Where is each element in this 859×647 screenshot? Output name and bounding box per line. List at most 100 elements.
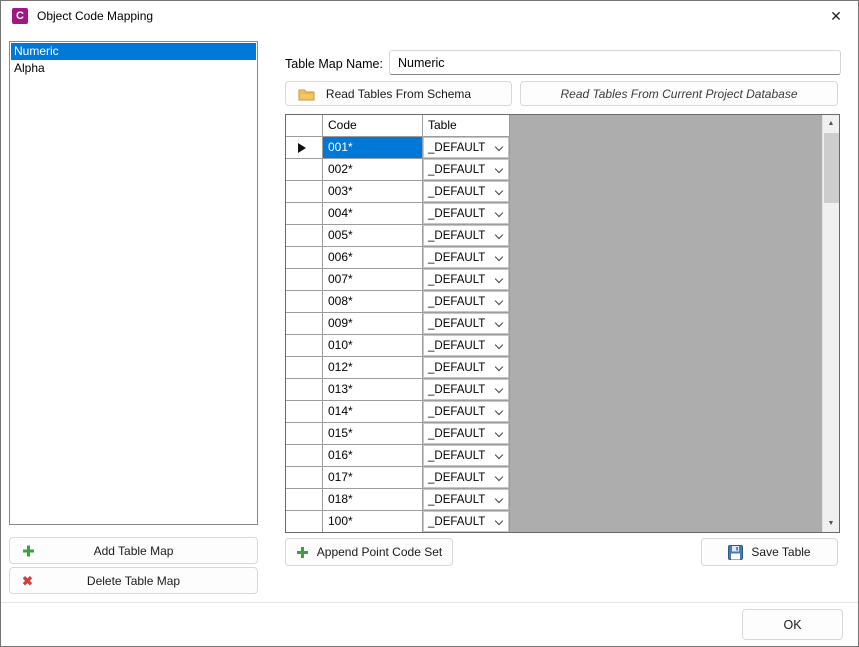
table-combobox[interactable]: _DEFAULT xyxy=(423,247,509,268)
code-cell[interactable]: 003* xyxy=(323,181,423,203)
table-combobox[interactable]: _DEFAULT xyxy=(423,467,509,488)
table-combobox[interactable]: _DEFAULT xyxy=(423,489,509,510)
table-combobox[interactable]: _DEFAULT xyxy=(423,269,509,290)
code-cell[interactable]: 012* xyxy=(323,357,423,379)
code-cell[interactable]: 007* xyxy=(323,269,423,291)
row-selector[interactable] xyxy=(286,423,323,445)
row-selector[interactable] xyxy=(286,269,323,291)
save-table-button[interactable]: Save Table xyxy=(701,538,838,566)
append-point-code-set-label: Append Point Code Set xyxy=(317,545,442,559)
code-cell[interactable]: 018* xyxy=(323,489,423,511)
table-combobox[interactable]: _DEFAULT xyxy=(423,445,509,466)
code-cell[interactable]: 002* xyxy=(323,159,423,181)
table-combobox[interactable]: _DEFAULT xyxy=(423,159,509,180)
code-mapping-grid: Code Table 001*_DEFAULT002*_DEFAULT003*_… xyxy=(285,114,840,533)
table-cell: _DEFAULT xyxy=(423,489,510,511)
grid-rows: 001*_DEFAULT002*_DEFAULT003*_DEFAULT004*… xyxy=(286,137,510,533)
row-selector[interactable] xyxy=(286,511,323,533)
table-combobox[interactable]: _DEFAULT xyxy=(423,203,509,224)
grid-header: Code Table xyxy=(286,115,510,137)
vertical-scrollbar[interactable]: ▲ ▼ xyxy=(822,115,839,532)
table-combobox[interactable]: _DEFAULT xyxy=(423,379,509,400)
folder-icon xyxy=(298,87,315,100)
table-cell: _DEFAULT xyxy=(423,357,510,379)
chevron-down-icon xyxy=(495,319,503,327)
delete-table-map-button[interactable]: ✖ Delete Table Map xyxy=(9,567,258,594)
row-selector[interactable] xyxy=(286,489,323,511)
delete-table-map-label: Delete Table Map xyxy=(87,574,180,588)
code-cell[interactable]: 014* xyxy=(323,401,423,423)
combo-value: _DEFAULT xyxy=(428,208,485,220)
row-selector[interactable] xyxy=(286,313,323,335)
table-combobox[interactable]: _DEFAULT xyxy=(423,335,509,356)
footer-separator xyxy=(1,602,858,603)
code-cell[interactable]: 008* xyxy=(323,291,423,313)
current-row-arrow-icon xyxy=(298,143,306,153)
save-table-label: Save Table xyxy=(751,545,810,559)
row-selector[interactable] xyxy=(286,335,323,357)
code-cell[interactable]: 100* xyxy=(323,511,423,533)
table-row: 009*_DEFAULT xyxy=(286,313,510,335)
table-cell: _DEFAULT xyxy=(423,467,510,489)
code-cell[interactable]: 005* xyxy=(323,225,423,247)
code-cell[interactable]: 009* xyxy=(323,313,423,335)
table-map-name-input[interactable] xyxy=(389,50,841,75)
table-combobox[interactable]: _DEFAULT xyxy=(423,225,509,246)
row-selector[interactable] xyxy=(286,357,323,379)
ok-button[interactable]: OK xyxy=(742,609,843,640)
add-table-map-button[interactable]: Add Table Map xyxy=(9,537,258,564)
row-selector[interactable] xyxy=(286,467,323,489)
scroll-down-icon[interactable]: ▼ xyxy=(823,515,839,532)
code-cell[interactable]: 006* xyxy=(323,247,423,269)
table-row: 003*_DEFAULT xyxy=(286,181,510,203)
code-column-header[interactable]: Code xyxy=(323,115,423,137)
table-row: 008*_DEFAULT xyxy=(286,291,510,313)
row-selector[interactable] xyxy=(286,203,323,225)
table-combobox[interactable]: _DEFAULT xyxy=(423,181,509,202)
code-cell[interactable]: 001* xyxy=(323,137,423,159)
plus-icon xyxy=(22,544,35,557)
row-selector[interactable] xyxy=(286,291,323,313)
row-selector[interactable] xyxy=(286,445,323,467)
table-combobox[interactable]: _DEFAULT xyxy=(423,401,509,422)
chevron-down-icon xyxy=(495,143,503,151)
table-combobox[interactable]: _DEFAULT xyxy=(423,423,509,444)
list-item[interactable]: Alpha xyxy=(11,60,256,77)
row-selector[interactable] xyxy=(286,181,323,203)
table-column-header[interactable]: Table xyxy=(423,115,510,137)
row-selector[interactable] xyxy=(286,401,323,423)
table-combobox[interactable]: _DEFAULT xyxy=(423,313,509,334)
code-cell[interactable]: 010* xyxy=(323,335,423,357)
row-selector[interactable] xyxy=(286,159,323,181)
chevron-down-icon xyxy=(495,473,503,481)
code-cell[interactable]: 013* xyxy=(323,379,423,401)
table-combobox[interactable]: _DEFAULT xyxy=(423,137,509,158)
read-tables-project-db-button[interactable]: Read Tables From Current Project Databas… xyxy=(520,81,838,106)
combo-value: _DEFAULT xyxy=(428,230,485,242)
chevron-down-icon xyxy=(495,407,503,415)
combo-value: _DEFAULT xyxy=(428,274,485,286)
chevron-down-icon xyxy=(495,187,503,195)
table-cell: _DEFAULT xyxy=(423,511,510,533)
close-icon[interactable]: ✕ xyxy=(825,8,847,25)
scrollbar-thumb[interactable] xyxy=(824,133,839,203)
row-selector[interactable] xyxy=(286,137,323,159)
row-selector[interactable] xyxy=(286,225,323,247)
chevron-down-icon xyxy=(495,253,503,261)
append-point-code-set-button[interactable]: Append Point Code Set xyxy=(285,538,453,566)
table-cell: _DEFAULT xyxy=(423,423,510,445)
read-tables-schema-button[interactable]: Read Tables From Schema xyxy=(285,81,512,106)
code-cell[interactable]: 015* xyxy=(323,423,423,445)
code-cell[interactable]: 016* xyxy=(323,445,423,467)
table-row: 017*_DEFAULT xyxy=(286,467,510,489)
row-selector[interactable] xyxy=(286,379,323,401)
code-cell[interactable]: 017* xyxy=(323,467,423,489)
code-cell[interactable]: 004* xyxy=(323,203,423,225)
table-combobox[interactable]: _DEFAULT xyxy=(423,511,509,532)
table-cell: _DEFAULT xyxy=(423,247,510,269)
scroll-up-icon[interactable]: ▲ xyxy=(823,115,839,132)
row-selector[interactable] xyxy=(286,247,323,269)
table-combobox[interactable]: _DEFAULT xyxy=(423,357,509,378)
list-item[interactable]: Numeric xyxy=(11,43,256,60)
table-combobox[interactable]: _DEFAULT xyxy=(423,291,509,312)
